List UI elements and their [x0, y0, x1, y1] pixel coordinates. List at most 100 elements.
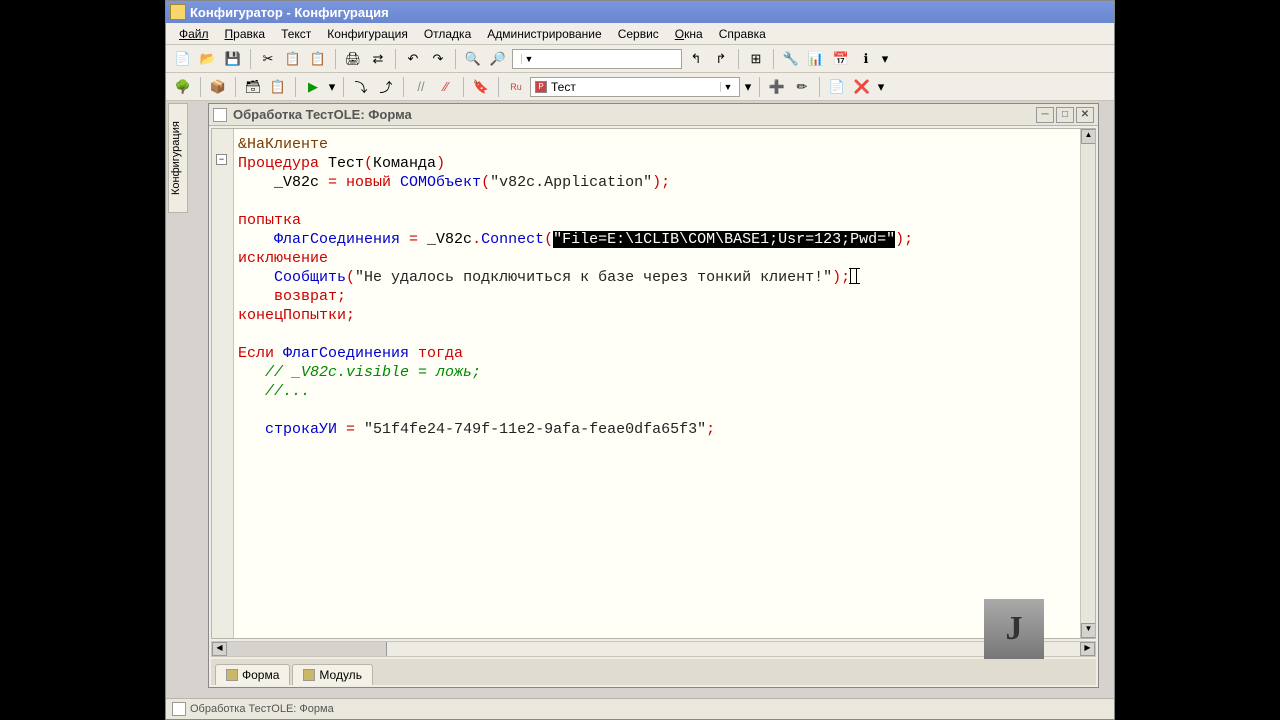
main-window: Конфигуратор - Конфигурация Файл Правка …: [165, 0, 1115, 720]
add-icon[interactable]: ➕: [766, 76, 788, 98]
help-icon[interactable]: ℹ: [855, 48, 877, 70]
doc-icon: [213, 108, 227, 122]
statusbar: Обработка ТестOLE: Форма: [166, 698, 1114, 719]
scroll-track[interactable]: [387, 642, 1080, 656]
watermark-logo: J: [984, 599, 1044, 659]
print-icon[interactable]: 🖨: [342, 48, 364, 70]
separator: [235, 77, 236, 97]
minimize-button[interactable]: ─: [1036, 107, 1054, 123]
new-file-icon[interactable]: 📄: [172, 48, 194, 70]
sidetab-config[interactable]: Конфигурация: [168, 103, 188, 213]
separator: [759, 77, 760, 97]
step2-icon[interactable]: ⤴: [375, 76, 397, 98]
separator: [343, 77, 344, 97]
text-cursor: [850, 268, 857, 284]
proc-combo[interactable]: P Тест ▼: [530, 77, 740, 97]
doc-titlebar[interactable]: Обработка ТестOLE: Форма ─ □ ✕: [209, 104, 1098, 126]
run-dropdown-icon[interactable]: ▾: [327, 76, 337, 98]
copy-icon[interactable]: 📋: [282, 48, 304, 70]
bookmark-icon[interactable]: 🔖: [470, 76, 492, 98]
window-title: Конфигуратор - Конфигурация: [190, 5, 389, 20]
separator: [295, 77, 296, 97]
gutter: −: [212, 129, 234, 638]
toolbar-debug: 🌳 📦 🗃 📋 ▶ ▾ ⤵ ⤴ // ⁄⁄ 🔖 Ru P Тест ▼ ▾ ➕ …: [166, 73, 1114, 101]
action1-icon[interactable]: 📄: [826, 76, 848, 98]
separator: [498, 77, 499, 97]
separator: [773, 49, 774, 69]
menu-debug[interactable]: Отладка: [417, 25, 478, 43]
tabstrip: Форма Модуль: [211, 659, 1096, 685]
tool1-icon[interactable]: 🔧: [780, 48, 802, 70]
form-tab-icon: [226, 669, 238, 681]
scroll-thumb[interactable]: [227, 642, 387, 656]
tree-icon[interactable]: 🌳: [172, 76, 194, 98]
dropdown2-icon[interactable]: ▾: [743, 76, 753, 98]
module-tab-icon: [303, 669, 315, 681]
statusbar-text: Обработка ТестOLE: Форма: [190, 703, 334, 715]
menu-help[interactable]: Справка: [712, 25, 773, 43]
form-icon[interactable]: 📋: [267, 76, 289, 98]
doc-title-text: Обработка ТестOLE: Форма: [233, 107, 412, 122]
code-content: &НаКлиенте Процедура Тест(Команда) _V82c…: [238, 135, 1079, 439]
fold-minus-icon[interactable]: −: [216, 154, 227, 165]
menu-windows[interactable]: Окна: [668, 25, 710, 43]
windows-icon[interactable]: ⊞: [745, 48, 767, 70]
scroll-up-icon[interactable]: ▲: [1081, 129, 1096, 144]
menu-admin[interactable]: Администрирование: [480, 25, 608, 43]
document-window: Обработка ТестOLE: Форма ─ □ ✕ − &НаКлие…: [208, 103, 1099, 688]
search-combo[interactable]: ▼: [512, 49, 682, 69]
save-icon[interactable]: 💾: [222, 48, 244, 70]
uncomment-icon[interactable]: ⁄⁄: [435, 76, 457, 98]
step-icon[interactable]: ⤵: [350, 76, 372, 98]
titlebar[interactable]: Конфигуратор - Конфигурация: [166, 1, 1114, 23]
close-button[interactable]: ✕: [1076, 107, 1094, 123]
app-icon: [170, 4, 186, 20]
comment-icon[interactable]: //: [410, 76, 432, 98]
chevron-down-icon: ▼: [720, 82, 735, 92]
scroll-left-icon[interactable]: ◀: [212, 642, 227, 656]
menu-text[interactable]: Текст: [274, 25, 318, 43]
delete-icon[interactable]: ❌: [851, 76, 873, 98]
maximize-button[interactable]: □: [1056, 107, 1074, 123]
separator: [738, 49, 739, 69]
vertical-scrollbar[interactable]: ▲ ▼: [1080, 129, 1095, 638]
db-icon[interactable]: 🗃: [242, 76, 264, 98]
proc-combo-value: Тест: [551, 80, 576, 94]
zoom-icon[interactable]: 🔎: [487, 48, 509, 70]
separator: [455, 49, 456, 69]
run-icon[interactable]: ▶: [302, 76, 324, 98]
menu-edit[interactable]: Правка: [218, 25, 273, 43]
calendar-icon[interactable]: 📅: [830, 48, 852, 70]
separator: [819, 77, 820, 97]
find-prev-icon[interactable]: ↰: [685, 48, 707, 70]
tab-form[interactable]: Форма: [215, 664, 290, 685]
scroll-right-icon[interactable]: ▶: [1080, 642, 1095, 656]
compare-icon[interactable]: ⇄: [367, 48, 389, 70]
scroll-down-icon[interactable]: ▼: [1081, 623, 1096, 638]
find-icon[interactable]: 🔍: [462, 48, 484, 70]
status-doc-icon: [172, 702, 186, 716]
separator: [395, 49, 396, 69]
toolbar-main: 📄 📂 💾 ✂ 📋 📋 🖨 ⇄ ↶ ↷ 🔍 🔎 ▼ ↰ ↱ ⊞ 🔧 📊 📅 ℹ …: [166, 45, 1114, 73]
undo-icon[interactable]: ↶: [402, 48, 424, 70]
paste-icon[interactable]: 📋: [307, 48, 329, 70]
edit-icon[interactable]: ✏: [791, 76, 813, 98]
module-icon[interactable]: 📦: [207, 76, 229, 98]
redo-icon[interactable]: ↷: [427, 48, 449, 70]
horizontal-scrollbar[interactable]: ◀ ▶: [211, 641, 1096, 657]
separator: [200, 77, 201, 97]
menu-config[interactable]: Конфигурация: [320, 25, 415, 43]
open-file-icon[interactable]: 📂: [197, 48, 219, 70]
lang-icon[interactable]: Ru: [505, 76, 527, 98]
find-next-icon[interactable]: ↱: [710, 48, 732, 70]
dropdown-icon[interactable]: ▾: [880, 48, 890, 70]
separator: [250, 49, 251, 69]
dropdown3-icon[interactable]: ▾: [876, 76, 886, 98]
menu-file[interactable]: Файл: [172, 25, 216, 43]
tab-module[interactable]: Модуль: [292, 664, 373, 685]
tool2-icon[interactable]: 📊: [805, 48, 827, 70]
menu-service[interactable]: Сервис: [611, 25, 666, 43]
code-editor[interactable]: − &НаКлиенте Процедура Тест(Команда) _V8…: [211, 128, 1096, 639]
separator: [403, 77, 404, 97]
cut-icon[interactable]: ✂: [257, 48, 279, 70]
